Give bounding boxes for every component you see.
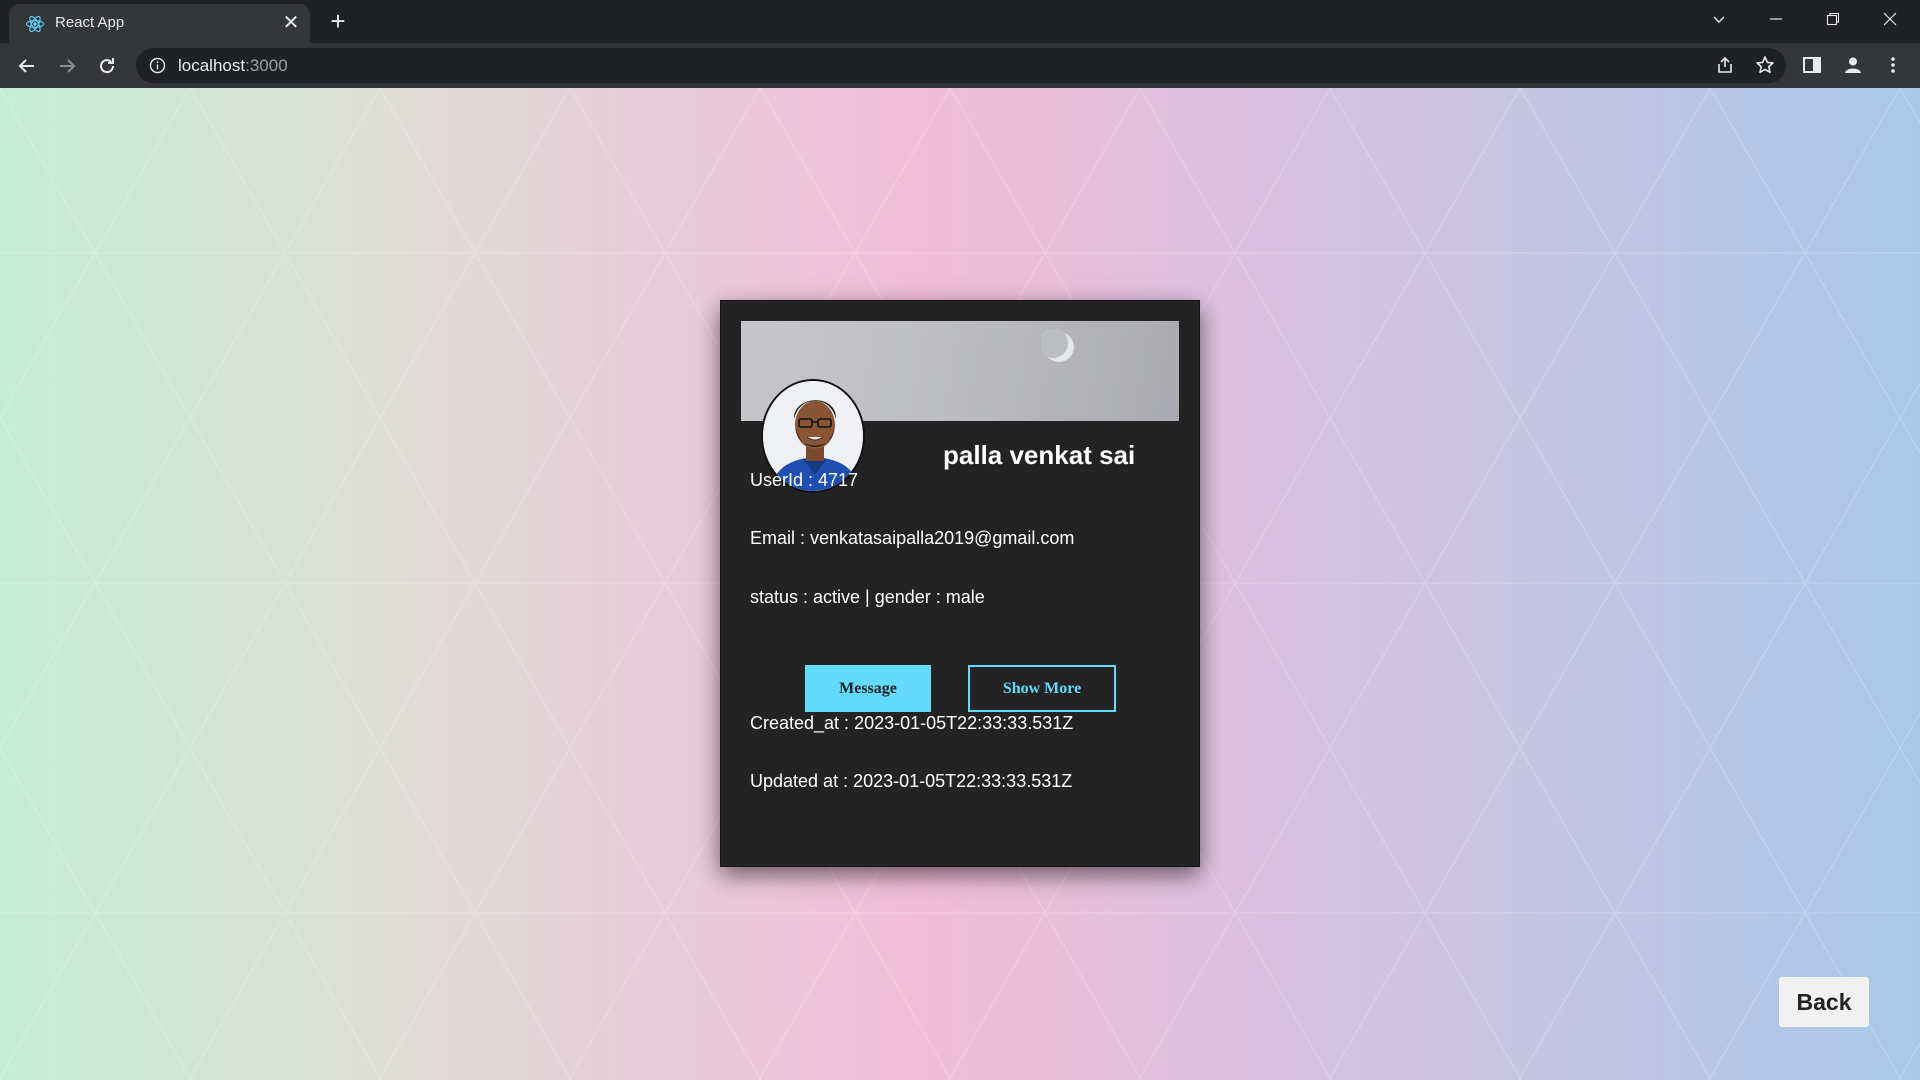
info-icon[interactable]: [149, 57, 166, 74]
plus-icon[interactable]: +: [324, 8, 352, 36]
updated-at: Updated at : 2023-01-05T22:33:33.531Z: [750, 771, 1073, 791]
status-gender: status : active | gender : male: [750, 587, 985, 607]
forward-arrow-icon[interactable]: [50, 49, 84, 83]
side-panel-icon[interactable]: [1799, 52, 1825, 78]
profile-name: palla venkat sai: [943, 440, 1136, 470]
tab-strip: React App ✕ +: [0, 0, 1920, 43]
window-close-icon[interactable]: [1862, 0, 1918, 38]
kebab-menu-icon[interactable]: [1880, 52, 1906, 78]
chevron-down-icon[interactable]: [1691, 0, 1747, 38]
share-icon[interactable]: [1712, 52, 1738, 78]
back-arrow-icon[interactable]: [10, 49, 44, 83]
profile-icon[interactable]: [1840, 52, 1866, 78]
back-button[interactable]: Back: [1779, 977, 1869, 1027]
show-more-button[interactable]: Show More: [968, 665, 1116, 712]
restore-icon[interactable]: [1805, 0, 1861, 38]
user-id: UserId : 4717: [750, 470, 859, 490]
email: Email : venkatasaipalla2019@gmail.com: [750, 528, 1075, 548]
browser-toolbar: localhost:3000: [0, 43, 1920, 88]
close-icon[interactable]: ✕: [279, 11, 303, 35]
message-button[interactable]: Message: [805, 665, 931, 712]
tab-title: React App: [55, 14, 125, 31]
minimize-icon[interactable]: [1748, 0, 1804, 38]
star-icon[interactable]: [1752, 52, 1778, 78]
page-viewport: palla venkat sai UserId : 4717 Email : v…: [0, 88, 1920, 1080]
created-at: Created_at : 2023-01-05T22:33:33.531Z: [750, 713, 1074, 733]
profile-card: palla venkat sai UserId : 4717 Email : v…: [720, 300, 1200, 867]
url-text: localhost:3000: [178, 56, 288, 75]
browser-tab[interactable]: React App ✕: [9, 4, 310, 43]
reload-icon[interactable]: [90, 49, 124, 83]
address-bar[interactable]: localhost:3000: [136, 48, 1786, 83]
moon-icon: [1041, 329, 1074, 362]
react-logo-icon: [25, 15, 45, 33]
